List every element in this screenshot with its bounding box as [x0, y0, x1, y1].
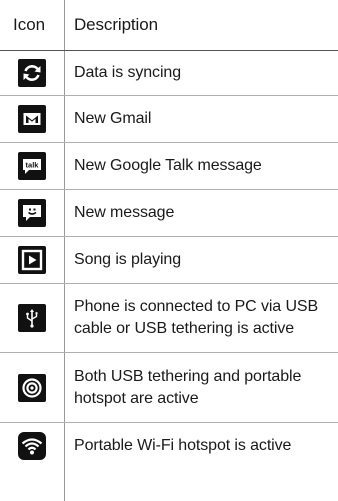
- row-description: New Gmail: [74, 110, 152, 127]
- wifi-hotspot-icon: [18, 432, 46, 460]
- usb-icon: [18, 304, 46, 332]
- row-description: New Google Talk message: [74, 157, 262, 174]
- header-icon-label: Icon: [13, 15, 46, 34]
- google-talk-icon: talk: [18, 152, 46, 180]
- message-icon: [18, 199, 46, 227]
- row-description: Phone is connected to PC via USB cable o…: [74, 298, 319, 337]
- sync-icon: [18, 59, 46, 87]
- table-row: Both USB tethering and portable hotspot …: [0, 353, 338, 422]
- row-description: Portable Wi-Fi hotspot is active: [74, 437, 292, 454]
- table-row: Song is playing: [0, 237, 338, 283]
- row-description: New message: [74, 204, 175, 221]
- table-row: Data is syncing: [0, 51, 338, 95]
- table-row: New Gmail: [0, 96, 338, 142]
- icon-description-table: Icon Description Data is syncing New Gma…: [0, 0, 338, 501]
- row-description: Data is syncing: [74, 64, 181, 81]
- play-icon: [18, 246, 46, 274]
- row-description: Both USB tethering and portable hotspot …: [74, 367, 302, 407]
- table-row: talk New Google Talk message: [0, 143, 338, 189]
- table-row: Phone is connected to PC via USB cable o…: [0, 284, 338, 352]
- tethering-hotspot-icon: [18, 373, 46, 402]
- row-description: Song is playing: [74, 251, 182, 268]
- table-row: Portable Wi-Fi hotspot is active: [0, 423, 338, 469]
- table-header: Icon Description: [0, 0, 338, 50]
- svg-text:talk: talk: [26, 161, 40, 170]
- gmail-icon: [18, 105, 46, 133]
- header-description-label: Description: [74, 15, 158, 34]
- table-row: New message: [0, 190, 338, 236]
